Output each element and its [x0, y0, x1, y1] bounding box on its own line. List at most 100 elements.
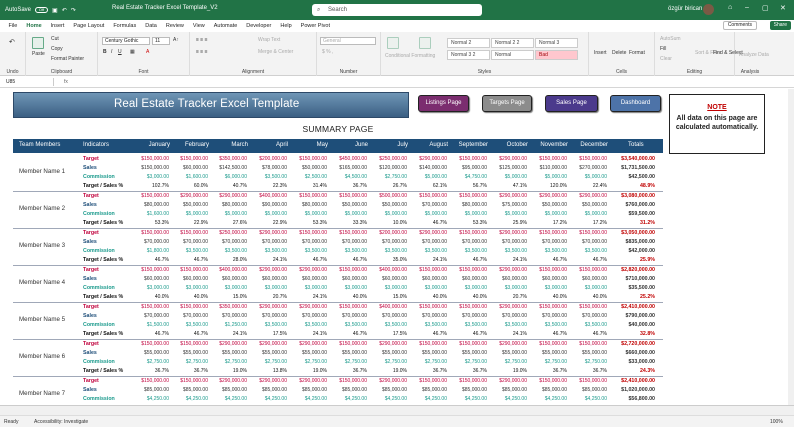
table-cell[interactable]: $70,000.00 [131, 313, 169, 319]
table-cell[interactable]: 17.2% [569, 220, 607, 226]
table-cell[interactable]: $500,000.00 [369, 193, 407, 199]
table-cell[interactable]: $5,000.00 [569, 174, 607, 180]
table-cell[interactable]: $55,000.00 [409, 350, 447, 356]
table-cell[interactable]: $290,000.00 [289, 341, 327, 347]
total-cell[interactable]: 25.9% [614, 257, 655, 263]
table-cell[interactable]: $50,000.00 [369, 202, 407, 208]
conditional-formatting-icon[interactable] [387, 37, 399, 49]
table-cell[interactable]: $70,000.00 [209, 239, 247, 245]
table-cell[interactable]: $3,500.00 [249, 322, 287, 328]
table-cell[interactable]: $70,000.00 [131, 239, 169, 245]
table-cell[interactable]: $80,000.00 [131, 202, 169, 208]
table-cell[interactable]: $55,000.00 [289, 350, 327, 356]
tab-page-layout[interactable]: Page Layout [69, 20, 109, 32]
table-cell[interactable]: $60,000.00 [209, 276, 247, 282]
font-grow-icon[interactable]: A↑ [173, 37, 179, 43]
table-cell[interactable]: $2,750.00 [489, 359, 527, 365]
table-cell[interactable]: $85,000.00 [289, 387, 327, 393]
table-cell[interactable]: $1,250.00 [209, 322, 247, 328]
table-cell[interactable]: 24.1% [289, 294, 327, 300]
table-cell[interactable]: $150,000.00 [529, 304, 567, 310]
table-cell[interactable]: $3,500.00 [329, 248, 367, 254]
table-cell[interactable]: $70,000.00 [369, 239, 407, 245]
sales-page-button[interactable]: Sales Page [545, 95, 598, 112]
table-cell[interactable]: 19.0% [209, 368, 247, 374]
table-cell[interactable]: 19.0% [369, 368, 407, 374]
table-cell[interactable]: $55,000.00 [449, 350, 487, 356]
table-cell[interactable]: $2,750.00 [369, 359, 407, 365]
table-cell[interactable]: $1,800.00 [131, 248, 169, 254]
table-cell[interactable]: 46.7% [131, 257, 169, 263]
table-cell[interactable]: $3,000.00 [449, 285, 487, 291]
table-cell[interactable]: 46.7% [529, 257, 567, 263]
table-cell[interactable]: $150,000.00 [170, 378, 208, 384]
total-cell[interactable]: $2,820,000.00 [614, 267, 655, 273]
table-cell[interactable]: $3,500.00 [529, 322, 567, 328]
table-cell[interactable]: $3,000.00 [489, 285, 527, 291]
table-cell[interactable]: $55,000.00 [329, 350, 367, 356]
document-title[interactable]: Real Estate Tracker Excel Template_V2 [112, 5, 218, 11]
table-cell[interactable]: $5,000.00 [170, 211, 208, 217]
table-cell[interactable]: $3,000.00 [529, 285, 567, 291]
table-cell[interactable]: $85,000.00 [489, 387, 527, 393]
table-cell[interactable]: $400,000.00 [209, 267, 247, 273]
table-cell[interactable]: $3,000.00 [209, 285, 247, 291]
table-cell[interactable]: $70,000.00 [529, 239, 567, 245]
table-cell[interactable]: $60,000.00 [569, 276, 607, 282]
table-cell[interactable]: $70,000.00 [329, 313, 367, 319]
total-cell[interactable]: 48.9% [614, 183, 655, 189]
table-cell[interactable]: $150,000.00 [131, 341, 169, 347]
table-cell[interactable]: 13.8% [249, 368, 287, 374]
table-cell[interactable]: 46.7% [449, 331, 487, 337]
table-cell[interactable]: $450,000.00 [329, 156, 367, 162]
table-cell[interactable]: $2,750.00 [289, 359, 327, 365]
table-cell[interactable]: $60,000.00 [170, 276, 208, 282]
table-cell[interactable]: $3,000.00 [329, 285, 367, 291]
table-cell[interactable]: $5,000.00 [249, 211, 287, 217]
table-cell[interactable]: $85,000.00 [529, 387, 567, 393]
table-cell[interactable]: $2,750.00 [209, 359, 247, 365]
table-cell[interactable]: $150,000.00 [409, 267, 447, 273]
table-cell[interactable]: $55,000.00 [170, 350, 208, 356]
table-cell[interactable]: $3,500.00 [449, 322, 487, 328]
table-cell[interactable]: $350,000.00 [209, 156, 247, 162]
table-cell[interactable]: $400,000.00 [369, 304, 407, 310]
table-cell[interactable]: $150,000.00 [289, 230, 327, 236]
total-cell[interactable]: $2,720,000.00 [614, 341, 655, 347]
table-cell[interactable]: $3,500.00 [249, 248, 287, 254]
total-cell[interactable]: $1,020,000.00 [614, 387, 655, 393]
table-cell[interactable]: $80,000.00 [449, 202, 487, 208]
table-cell[interactable]: $70,000.00 [529, 313, 567, 319]
table-cell[interactable]: $200,000.00 [249, 156, 287, 162]
table-cell[interactable]: $150,000.00 [289, 193, 327, 199]
table-cell[interactable]: $290,000.00 [489, 378, 527, 384]
table-cell[interactable]: 40.0% [449, 294, 487, 300]
table-cell[interactable]: $150,000.00 [569, 156, 607, 162]
table-cell[interactable]: $150,000.00 [569, 230, 607, 236]
table-cell[interactable]: $150,000.00 [131, 378, 169, 384]
table-cell[interactable]: $150,000.00 [329, 304, 367, 310]
total-cell[interactable]: $33,000.00 [614, 359, 655, 365]
table-cell[interactable]: $150,000.00 [529, 156, 567, 162]
table-cell[interactable]: 24.1% [249, 257, 287, 263]
total-cell[interactable]: $710,000.00 [614, 276, 655, 282]
table-cell[interactable]: 46.7% [329, 331, 367, 337]
total-cell[interactable]: $59,500.00 [614, 211, 655, 217]
table-cell[interactable]: $290,000.00 [489, 193, 527, 199]
table-cell[interactable]: 36.7% [170, 368, 208, 374]
table-cell[interactable]: $4,250.00 [329, 396, 367, 402]
table-cell[interactable]: $70,000.00 [170, 239, 208, 245]
font-size-select[interactable]: 11 [152, 37, 170, 45]
table-cell[interactable]: $150,000.00 [449, 341, 487, 347]
table-cell[interactable]: $50,000.00 [529, 202, 567, 208]
total-cell[interactable]: $790,000.00 [614, 313, 655, 319]
undo-icon[interactable]: ↶ [9, 38, 15, 46]
table-cell[interactable]: 17.5% [369, 331, 407, 337]
table-cell[interactable]: $80,000.00 [209, 202, 247, 208]
tab-home[interactable]: Home [21, 20, 47, 33]
table-cell[interactable]: $5,000.00 [569, 211, 607, 217]
merge-center-button[interactable]: Merge & Center [258, 49, 293, 55]
table-cell[interactable]: 36.7% [329, 183, 367, 189]
table-cell[interactable]: 19.0% [489, 368, 527, 374]
tab-power-pivot[interactable]: Power Pivot [296, 20, 334, 32]
